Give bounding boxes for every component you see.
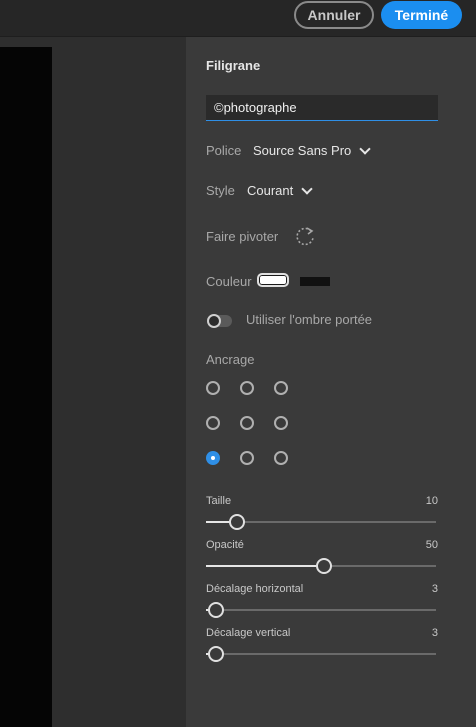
style-dropdown[interactable]: Courant (247, 182, 313, 198)
style-label: Style (206, 183, 235, 198)
background-color-swatch[interactable] (300, 277, 330, 286)
anchor-bottom-right-radio[interactable] (274, 451, 288, 465)
slider-value: 3 (431, 627, 438, 639)
watermark-text-input[interactable] (206, 95, 438, 121)
slider-track[interactable] (206, 558, 436, 574)
anchor-middle-center-radio[interactable] (240, 416, 254, 430)
image-canvas (0, 37, 186, 727)
done-button[interactable]: Terminé (381, 1, 462, 29)
slider-label: Décalage vertical (206, 627, 291, 639)
slider-label: Décalage horizontal (206, 583, 304, 595)
drop-shadow-toggle[interactable] (207, 314, 232, 328)
slider-thumb[interactable] (208, 602, 224, 618)
text-color-swatch[interactable] (257, 273, 289, 287)
toggle-knob (207, 314, 221, 328)
anchor-bottom-left-radio[interactable] (206, 451, 220, 465)
anchor-top-right-radio[interactable] (274, 381, 288, 395)
slider-track[interactable] (206, 646, 436, 662)
font-dropdown[interactable]: Source Sans Pro (253, 142, 371, 158)
font-value: Source Sans Pro (253, 143, 352, 158)
chevron-down-icon (359, 142, 371, 155)
slider-label: Opacité (206, 539, 244, 551)
slider-label: Taille (206, 495, 232, 507)
slider-thumb[interactable] (229, 514, 245, 530)
slider-track[interactable] (206, 602, 436, 618)
anchor-top-left-radio[interactable] (206, 381, 220, 395)
slider-thumb[interactable] (316, 558, 332, 574)
slider-value: 50 (425, 539, 438, 551)
cancel-button[interactable]: Annuler (294, 1, 374, 29)
photo-preview (0, 47, 52, 727)
watermark-panel: Filigrane Police Source Sans Pro Style C… (186, 37, 476, 727)
drop-shadow-label: Utiliser l'ombre portée (246, 312, 373, 327)
top-toolbar: Annuler Terminé (0, 0, 476, 37)
rotate-label: Faire pivoter (206, 229, 279, 244)
slider-value: 3 (431, 583, 438, 595)
rotate-icon[interactable] (294, 225, 316, 247)
font-label: Police (206, 143, 242, 158)
anchor-middle-left-radio[interactable] (206, 416, 220, 430)
slider-thumb[interactable] (208, 646, 224, 662)
anchor-label: Ancrage (206, 352, 255, 367)
slider-track[interactable] (206, 514, 436, 530)
slider-value: 10 (425, 495, 438, 507)
chevron-down-icon (301, 182, 313, 195)
anchor-middle-right-radio[interactable] (274, 416, 288, 430)
slider-fill (206, 565, 321, 567)
style-value: Courant (247, 183, 294, 198)
anchor-top-center-radio[interactable] (240, 381, 254, 395)
color-label: Couleur (206, 274, 252, 289)
anchor-bottom-center-radio[interactable] (240, 451, 254, 465)
panel-title: Filigrane (206, 58, 261, 73)
